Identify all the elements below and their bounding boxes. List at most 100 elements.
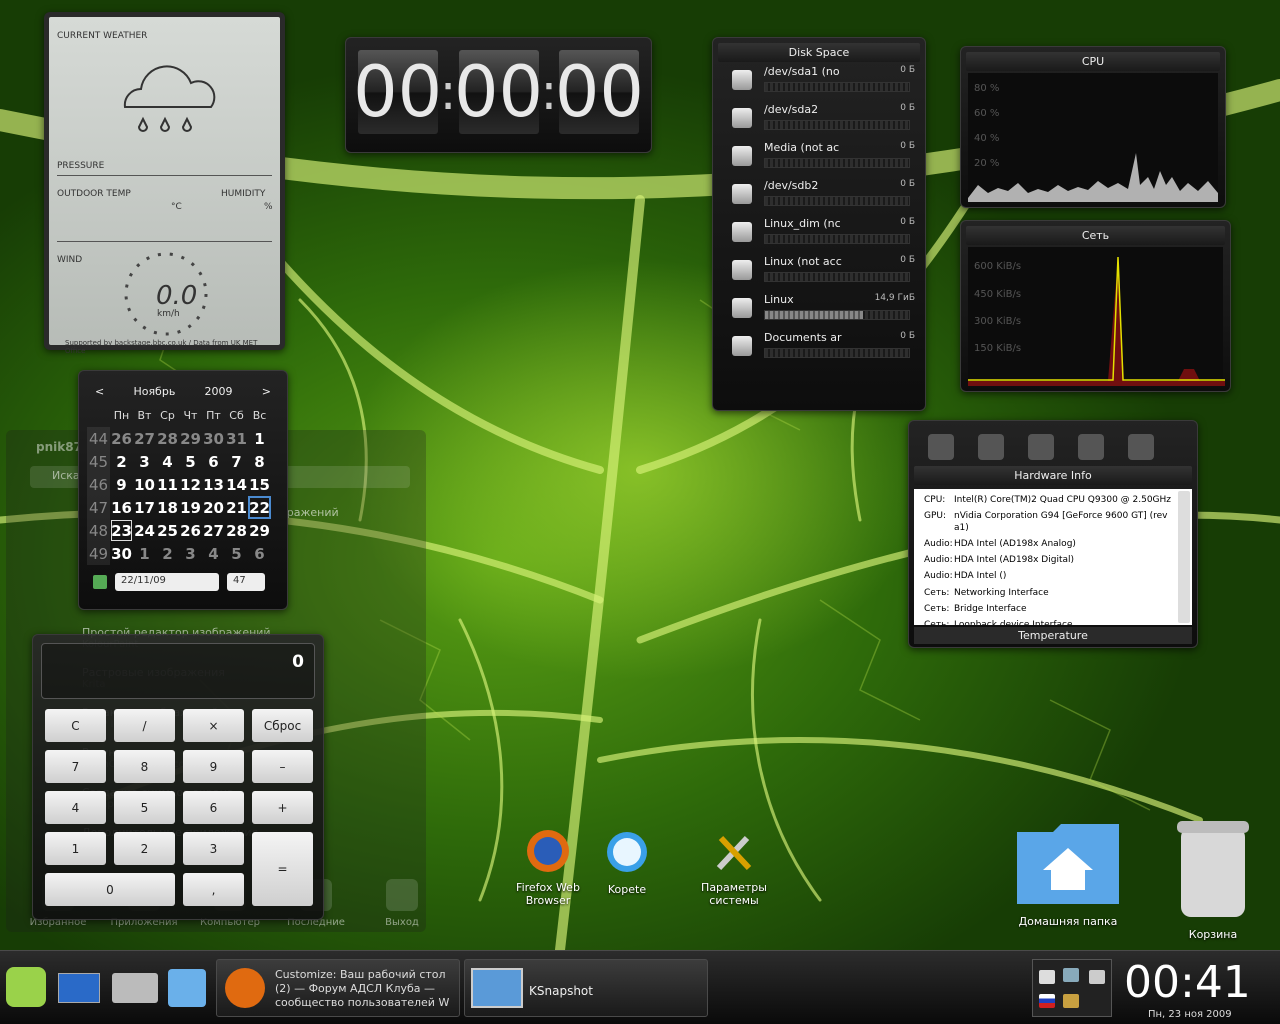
- calendar-day[interactable]: 21: [225, 496, 248, 519]
- disk-item[interactable]: Documents ar 0 Б: [718, 328, 920, 366]
- network-card-icon[interactable]: [1028, 434, 1054, 460]
- trash-desktop-icon[interactable]: Корзина: [1170, 815, 1256, 941]
- globe-icon[interactable]: [1078, 434, 1104, 460]
- calendar-day[interactable]: 6: [202, 450, 225, 473]
- calendar-day[interactable]: 15: [248, 473, 271, 496]
- firefox-desktop-icon[interactable]: Firefox Web Browser: [510, 828, 586, 907]
- calculator-key[interactable]: 1: [45, 832, 106, 865]
- keyboard-layout-icon[interactable]: [1039, 994, 1055, 1008]
- task-firefox[interactable]: Customize: Ваш рабочий стол (2) — Форум …: [216, 959, 460, 1017]
- mint-menu-icon[interactable]: [6, 967, 46, 1007]
- temperature-section[interactable]: Temperature: [914, 627, 1192, 644]
- calendar-day[interactable]: 23: [110, 519, 133, 542]
- disk-icon[interactable]: [1128, 434, 1154, 460]
- network-icon[interactable]: [1063, 968, 1079, 982]
- calendar-day[interactable]: 30: [110, 542, 133, 565]
- calculator-key[interactable]: 9: [183, 750, 244, 783]
- calendar-day[interactable]: 26: [110, 427, 133, 450]
- calendar-day[interactable]: 11: [156, 473, 179, 496]
- calendar-day[interactable]: 29: [179, 427, 202, 450]
- home-folder-desktop-icon[interactable]: Домашняя папка: [1010, 818, 1126, 928]
- calendar-day[interactable]: 2: [156, 542, 179, 565]
- calendar-day[interactable]: 27: [133, 427, 156, 450]
- calculator-key[interactable]: 5: [114, 791, 175, 824]
- kopete-desktop-icon[interactable]: Kopete: [598, 830, 656, 896]
- calendar-day[interactable]: 3: [179, 542, 202, 565]
- calendar-day[interactable]: 14: [225, 473, 248, 496]
- system-settings-desktop-icon[interactable]: Параметры системы: [694, 828, 774, 907]
- calendar-day[interactable]: 2: [110, 450, 133, 473]
- calendar-day[interactable]: 29: [248, 519, 271, 542]
- calendar-day[interactable]: 1: [133, 542, 156, 565]
- calendar-day[interactable]: 26: [179, 519, 202, 542]
- calendar-day[interactable]: 19: [179, 496, 202, 519]
- calendar-day[interactable]: 4: [202, 542, 225, 565]
- clipboard-icon[interactable]: [1039, 970, 1055, 984]
- calculator-key[interactable]: 6: [183, 791, 244, 824]
- calendar-next-button[interactable]: >: [262, 385, 271, 398]
- calendar-day[interactable]: 25: [156, 519, 179, 542]
- calendar-day[interactable]: 5: [179, 450, 202, 473]
- calculator-key[interactable]: Сброс: [252, 709, 313, 742]
- disk-item[interactable]: /dev/sdb2 0 Б: [718, 176, 920, 214]
- disk-item[interactable]: Linux_dim (nc 0 Б: [718, 214, 920, 252]
- calendar-year[interactable]: 2009: [205, 385, 233, 398]
- calendar-day[interactable]: 28: [156, 427, 179, 450]
- disk-item[interactable]: Linux 14,9 ГиБ: [718, 290, 920, 328]
- calendar-day[interactable]: 31: [225, 427, 248, 450]
- calendar-month[interactable]: Ноябрь: [133, 385, 175, 398]
- calendar-day[interactable]: 22: [248, 496, 271, 519]
- calendar-day[interactable]: 28: [225, 519, 248, 542]
- taskbar-clock[interactable]: 00:41: [1124, 957, 1251, 1008]
- calendar-day[interactable]: 17: [133, 496, 156, 519]
- calculator-key[interactable]: 7: [45, 750, 106, 783]
- calculator-key[interactable]: ×: [183, 709, 244, 742]
- calendar-day[interactable]: 7: [225, 450, 248, 473]
- calendar-prev-button[interactable]: <: [95, 385, 104, 398]
- calculator-key[interactable]: 8: [114, 750, 175, 783]
- calendar-day[interactable]: 8: [248, 450, 271, 473]
- calendar-day[interactable]: 13: [202, 473, 225, 496]
- calculator-key[interactable]: 4: [45, 791, 106, 824]
- calendar-day[interactable]: 3: [133, 450, 156, 473]
- calendar-day[interactable]: 16: [110, 496, 133, 519]
- disk-item[interactable]: /dev/sda1 (no 0 Б: [718, 62, 920, 100]
- lock-icon[interactable]: [1063, 994, 1079, 1008]
- calendar-week-spinbox[interactable]: 47: [227, 573, 265, 591]
- calendar-day[interactable]: 5: [225, 542, 248, 565]
- calendar-day[interactable]: 30: [202, 427, 225, 450]
- calendar-day[interactable]: 24: [133, 519, 156, 542]
- disk-item[interactable]: Media (not ac 0 Б: [718, 138, 920, 176]
- calendar-day[interactable]: 20: [202, 496, 225, 519]
- calendar-day[interactable]: 12: [179, 473, 202, 496]
- hardware-key: Audio:: [924, 555, 953, 565]
- calculator-key[interactable]: 2: [114, 832, 175, 865]
- calculator-key[interactable]: –: [252, 750, 313, 783]
- calendar-day[interactable]: 27: [202, 519, 225, 542]
- calendar-day[interactable]: 6: [248, 542, 271, 565]
- menu-tab[interactable]: Выход: [364, 873, 440, 928]
- cpu-chip-icon[interactable]: [928, 434, 954, 460]
- hard-drive-icon[interactable]: [978, 434, 1004, 460]
- volume-icon[interactable]: [1089, 970, 1105, 984]
- calendar-day[interactable]: 18: [156, 496, 179, 519]
- calendar-day[interactable]: 1: [248, 427, 271, 450]
- calculator-key[interactable]: /: [114, 709, 175, 742]
- calculator-key[interactable]: 0: [45, 873, 175, 906]
- disk-item[interactable]: Linux (not acc 0 Б: [718, 252, 920, 290]
- calculator-key[interactable]: C: [45, 709, 106, 742]
- calculator-key[interactable]: +: [252, 791, 313, 824]
- system-monitor-icon[interactable]: [168, 969, 206, 1007]
- calculator-key[interactable]: 3: [183, 832, 244, 865]
- calculator-key[interactable]: =: [252, 832, 313, 906]
- pager-icon[interactable]: [112, 973, 158, 1003]
- show-desktop-icon[interactable]: [58, 973, 100, 1003]
- calendar-date-input[interactable]: 22/11/09: [115, 573, 219, 591]
- calendar-day[interactable]: 9: [110, 473, 133, 496]
- task-ksnapshot[interactable]: KSnapshot: [464, 959, 708, 1017]
- calculator-key[interactable]: ,: [183, 873, 244, 906]
- disk-item[interactable]: /dev/sda2 0 Б: [718, 100, 920, 138]
- hardware-list-scrollbar[interactable]: [1178, 491, 1190, 623]
- calendar-day[interactable]: 10: [133, 473, 156, 496]
- calendar-day[interactable]: 4: [156, 450, 179, 473]
